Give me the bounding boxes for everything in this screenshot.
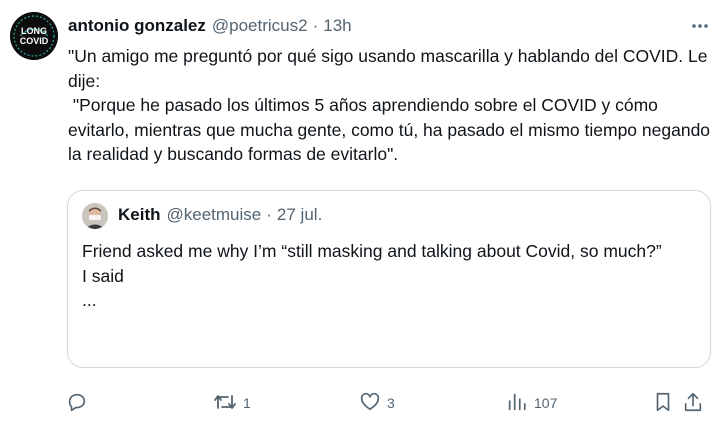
tweet-header: antonio gonzalez @poetricus2 · 13h (68, 15, 352, 37)
avatar-text-top: LONG (21, 26, 47, 36)
share-icon (682, 391, 704, 416)
reply-icon (66, 391, 88, 416)
views-icon (506, 391, 528, 416)
retweet-count: 1 (243, 395, 251, 411)
header-separator: · (312, 16, 319, 35)
quoted-author-avatar[interactable] (82, 203, 108, 229)
like-button[interactable]: 3 (359, 388, 395, 418)
heart-icon (359, 391, 381, 416)
retweet-icon (213, 391, 237, 416)
quoted-text-line: ... (82, 290, 97, 310)
views-count: 107 (534, 395, 558, 411)
like-count: 3 (387, 395, 395, 411)
tweet-text: "Un amigo me preguntó por qué sigo usand… (68, 44, 713, 167)
quoted-text-line: Friend asked me why I’m “still masking a… (82, 241, 662, 261)
tweet-timestamp[interactable]: 13h (323, 16, 351, 36)
quoted-tweet[interactable]: Keith @keetmuise · 27 jul. Friend asked … (67, 190, 711, 368)
retweet-button[interactable]: 1 (213, 388, 251, 418)
more-options-icon[interactable] (687, 13, 713, 39)
tweet-text-line: "Un amigo me preguntó por qué sigo usand… (68, 46, 713, 91)
quoted-text-line: I said (82, 265, 124, 286)
quoted-header: Keith @keetmuise · 27 jul. (118, 204, 322, 226)
author-handle[interactable]: @poetricus2 (212, 16, 308, 36)
bookmark-button[interactable] (652, 388, 674, 418)
share-button[interactable] (682, 388, 704, 418)
tweet[interactable]: LONG COVID antonio gonzalez @poetricus2 … (0, 0, 728, 432)
reply-button[interactable] (66, 388, 94, 418)
quoted-author-name[interactable]: Keith (118, 205, 161, 225)
quoted-date[interactable]: 27 jul. (277, 205, 322, 225)
bookmark-icon (652, 391, 674, 416)
quoted-text: Friend asked me why I’m “still masking a… (82, 239, 682, 313)
tweet-text-line: "Porque he pasado los últimos 5 años apr… (68, 95, 715, 164)
author-avatar[interactable]: LONG COVID (10, 12, 58, 60)
avatar-text-bottom: COVID (20, 36, 49, 46)
quoted-author-handle[interactable]: @keetmuise (167, 205, 262, 225)
action-bar: 1 3 107 (0, 388, 728, 418)
author-name[interactable]: antonio gonzalez (68, 16, 206, 36)
quoted-separator: · (266, 205, 272, 224)
views-button[interactable]: 107 (506, 388, 557, 418)
